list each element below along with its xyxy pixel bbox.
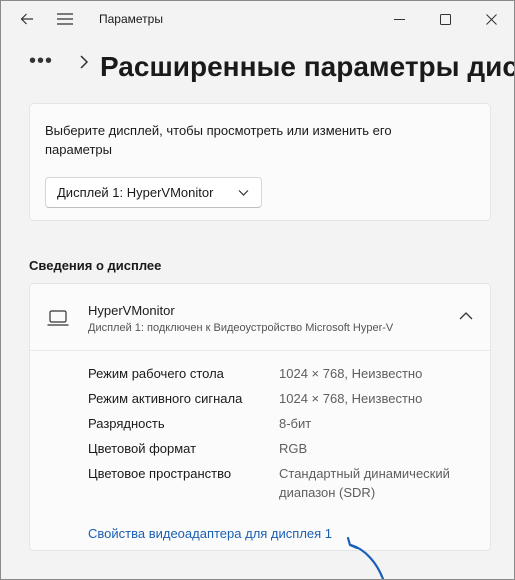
maximize-icon — [439, 13, 451, 25]
property-row: Цветовое пространство Стандартный динами… — [88, 464, 478, 530]
settings-window: Параметры ••• Расширенные параметры дисп… — [0, 0, 515, 580]
monitor-name: HyperVMonitor — [88, 303, 175, 318]
window-title: Параметры — [99, 12, 163, 26]
breadcrumb: ••• Расширенные параметры дисплея — [1, 45, 514, 91]
display-info-card: HyperVMonitor Дисплей 1: подключен к Вид… — [29, 283, 491, 551]
chevron-right-icon — [80, 55, 89, 69]
arrow-left-icon — [20, 13, 33, 25]
property-label: Цветовое пространство — [88, 466, 232, 481]
chevron-up-icon[interactable] — [458, 310, 474, 322]
property-label: Разрядность — [88, 416, 165, 431]
page-title: Расширенные параметры дисплея — [100, 51, 515, 82]
property-value: 1024 × 768, Неизвестно — [279, 391, 423, 406]
maximize-button[interactable] — [422, 1, 468, 37]
section-title: Сведения о дисплее — [29, 258, 162, 273]
minimize-button[interactable] — [376, 1, 422, 37]
property-label: Режим активного сигнала — [88, 391, 243, 406]
property-row: Разрядность 8-бит — [88, 414, 478, 439]
back-button[interactable] — [7, 1, 47, 37]
annotation-arrow-icon — [346, 536, 385, 579]
property-row: Режим активного сигнала 1024 × 768, Неиз… — [88, 389, 478, 414]
property-row: Цветовой формат RGB — [88, 439, 478, 464]
breadcrumb-more-button[interactable]: ••• — [29, 51, 53, 71]
laptop-icon — [47, 310, 69, 326]
property-value: 1024 × 768, Неизвестно — [279, 366, 423, 381]
chevron-down-icon — [238, 190, 249, 196]
display-dropdown-value: Дисплей 1: HyperVMonitor — [57, 185, 214, 200]
property-label: Цветовой формат — [88, 441, 197, 456]
display-select-description: Выберите дисплей, чтобы просмотреть или … — [45, 123, 392, 157]
adapter-properties-link[interactable]: Свойства видеоадаптера для дисплея 1 — [88, 526, 332, 541]
monitor-subtitle: Дисплей 1: подключен к Видеоустройство M… — [88, 322, 394, 334]
close-button[interactable] — [468, 1, 514, 37]
display-select-card: Выберите дисплей, чтобы просмотреть или … — [29, 103, 491, 221]
navigation-menu-button[interactable] — [45, 1, 85, 37]
minimize-icon — [393, 18, 405, 20]
property-value: 8-бит — [279, 416, 312, 431]
close-icon — [485, 13, 497, 25]
title-bar: Параметры — [1, 1, 514, 37]
hamburger-icon — [57, 13, 73, 25]
display-dropdown[interactable]: Дисплей 1: HyperVMonitor — [45, 177, 262, 208]
property-value: RGB — [279, 441, 308, 456]
display-info-header[interactable]: HyperVMonitor Дисплей 1: подключен к Вид… — [30, 284, 490, 351]
property-row: Режим рабочего стола 1024 × 768, Неизвес… — [88, 364, 478, 389]
display-properties: Режим рабочего стола 1024 × 768, Неизвес… — [88, 364, 478, 530]
property-value: Стандартный динамический диапазон (SDR) — [279, 466, 450, 500]
property-label: Режим рабочего стола — [88, 366, 224, 381]
